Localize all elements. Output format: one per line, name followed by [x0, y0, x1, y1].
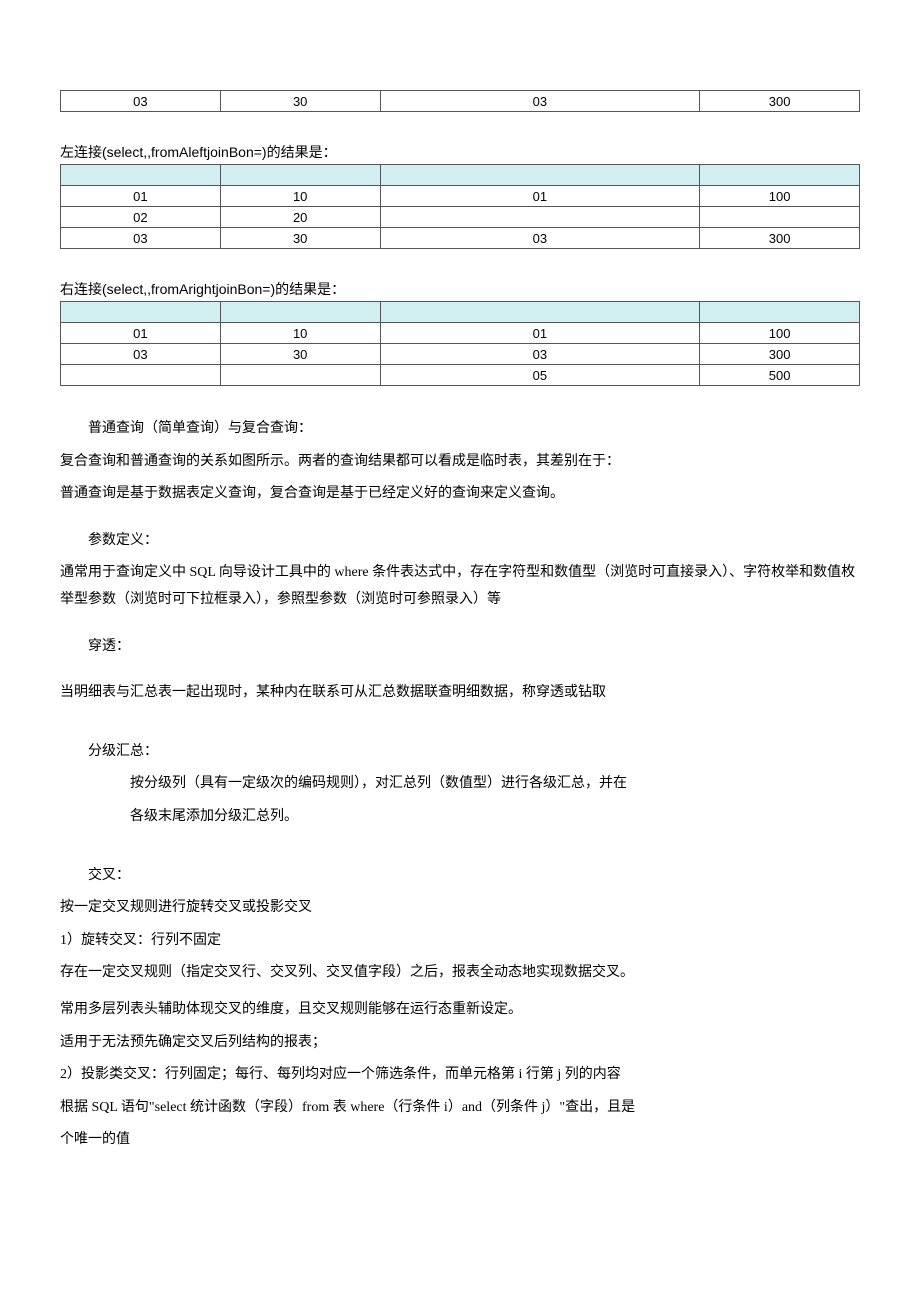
body-text: 通常用于查询定义中 SQL 向导设计工具中的 where 条件表达式中，存在字符… — [60, 560, 860, 613]
body-text: 当明细表与汇总表一起出现时，某种内在联系可从汇总数据联查明细数据，称穿透或钻取 — [60, 680, 860, 707]
cell: 30 — [220, 228, 380, 249]
body-text: 存在一定交叉规则（指定交叉行、交叉列、交叉值字段）之后，报表全动态地实现数据交叉… — [60, 960, 860, 987]
cell — [380, 302, 700, 323]
cell: 03 — [380, 91, 700, 112]
table-row: 01 10 01 100 — [61, 323, 860, 344]
cell — [61, 302, 221, 323]
body-text: 1）旋转交叉：行列不固定 — [60, 928, 860, 955]
cell — [61, 165, 221, 186]
body-text: 根据 SQL 语句"select 统计函数（字段）from 表 where（行条… — [60, 1095, 860, 1122]
heading-parameter-definition: 参数定义： — [60, 528, 860, 555]
body-text: 个唯一的值 — [60, 1127, 860, 1154]
heading-simple-vs-compound-query: 普通查询（简单查询）与复合查询： — [60, 416, 860, 443]
body-text: 复合查询和普通查询的关系如图所示。两者的查询结果都可以看成是临时表，其差别在于： — [60, 449, 860, 476]
cell: 03 — [380, 344, 700, 365]
right-join-caption: 右连接(select,,fromArightjoinBon=)的结果是： — [60, 279, 860, 299]
cell: 30 — [220, 344, 380, 365]
table-left-join: 01 10 01 100 02 20 03 30 03 300 — [60, 164, 860, 249]
cell — [700, 302, 860, 323]
table-header-row — [61, 302, 860, 323]
cell — [61, 365, 221, 386]
body-text: 各级末尾添加分级汇总列。 — [60, 804, 860, 831]
table-row: 02 20 — [61, 207, 860, 228]
table-row: 03 30 03 300 — [61, 228, 860, 249]
cell — [380, 165, 700, 186]
heading-drill-through: 穿透： — [60, 634, 860, 661]
table-row: 03 30 03 300 — [61, 344, 860, 365]
left-join-caption: 左连接(select,,fromAleftjoinBon=)的结果是： — [60, 142, 860, 162]
cell: 300 — [700, 91, 860, 112]
cell — [380, 207, 700, 228]
table-header-row — [61, 165, 860, 186]
cell: 100 — [700, 323, 860, 344]
body-text: 按分级列（具有一定级次的编码规则），对汇总列（数值型）进行各级汇总，并在 — [60, 771, 860, 798]
heading-crosstab: 交叉： — [60, 863, 860, 890]
cell: 10 — [220, 186, 380, 207]
cell: 01 — [61, 323, 221, 344]
table-row: 03 30 03 300 — [61, 91, 860, 112]
body-text: 适用于无法预先确定交叉后列结构的报表； — [60, 1030, 860, 1057]
heading-hierarchical-summary: 分级汇总： — [60, 739, 860, 766]
table-row: 01 10 01 100 — [61, 186, 860, 207]
cell: 02 — [61, 207, 221, 228]
table-right-join: 01 10 01 100 03 30 03 300 05 500 — [60, 301, 860, 386]
cell: 03 — [61, 91, 221, 112]
body-text: 2）投影类交叉：行列固定；每行、每列均对应一个筛选条件，而单元格第 i 行第 j… — [60, 1062, 860, 1089]
body-text: 常用多层列表头辅助体现交叉的维度，且交叉规则能够在运行态重新设定。 — [60, 997, 860, 1024]
cell: 03 — [380, 228, 700, 249]
cell: 300 — [700, 228, 860, 249]
cell: 01 — [380, 323, 700, 344]
cell: 300 — [700, 344, 860, 365]
body-text: 按一定交叉规则进行旋转交叉或投影交叉 — [60, 895, 860, 922]
cell: 01 — [380, 186, 700, 207]
cell: 30 — [220, 91, 380, 112]
body-text: 普通查询是基于数据表定义查询，复合查询是基于已经定义好的查询来定义查询。 — [60, 481, 860, 508]
cell: 100 — [700, 186, 860, 207]
cell: 03 — [61, 344, 221, 365]
cell — [700, 207, 860, 228]
cell — [220, 365, 380, 386]
cell: 500 — [700, 365, 860, 386]
cell — [220, 165, 380, 186]
cell — [220, 302, 380, 323]
cell: 20 — [220, 207, 380, 228]
table-row: 05 500 — [61, 365, 860, 386]
cell — [700, 165, 860, 186]
cell: 03 — [61, 228, 221, 249]
cell: 01 — [61, 186, 221, 207]
cell: 10 — [220, 323, 380, 344]
table-inner-join-fragment: 03 30 03 300 — [60, 90, 860, 112]
cell: 05 — [380, 365, 700, 386]
